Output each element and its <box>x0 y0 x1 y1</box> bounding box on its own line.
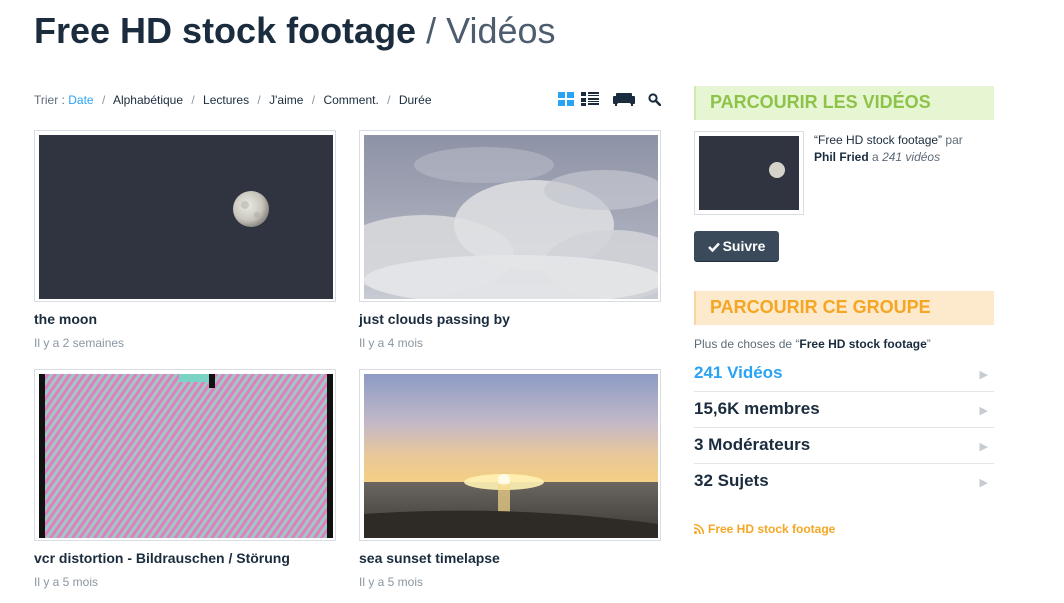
group-link[interactable]: “Free HD stock footage” <box>814 133 942 147</box>
group-thumbnail[interactable] <box>694 131 804 215</box>
video-count[interactable]: 241 vidéos <box>882 150 940 164</box>
video-thumbnail-moon[interactable] <box>34 130 336 302</box>
video-date: Il y a 4 mois <box>359 336 424 350</box>
sort-label: Trier : <box>34 93 65 107</box>
rss-link[interactable]: Free HD stock footage <box>693 522 835 536</box>
video-title[interactable]: just clouds passing by <box>359 311 510 327</box>
stat-videos[interactable]: 241 Vidéos ▶ <box>694 356 994 392</box>
arrow-right-icon: ▶ <box>979 405 988 417</box>
page-title: Free HD stock footage / Vidéos <box>34 10 556 52</box>
arrow-right-icon: ▶ <box>979 369 988 381</box>
arrow-right-icon: ▶ <box>979 477 988 489</box>
sort-duration[interactable]: Durée <box>399 93 432 107</box>
video-title[interactable]: vcr distortion - Bildrauschen / Störung <box>34 550 290 566</box>
video-thumbnail-vcr[interactable] <box>34 369 336 541</box>
video-date: Il y a 2 semaines <box>34 336 125 350</box>
moon-image <box>39 135 333 299</box>
follow-button[interactable]: Suivre <box>694 231 779 261</box>
sort-date[interactable]: Date <box>68 93 93 107</box>
video-date: Il y a 5 mois <box>359 575 424 589</box>
stat-topics[interactable]: 32 Sujets ▶ <box>694 464 994 499</box>
sort-plays[interactable]: Lectures <box>203 93 249 107</box>
search-icon[interactable] <box>648 93 661 106</box>
list-view-icon[interactable] <box>581 92 599 106</box>
section-title: / Vidéos <box>426 10 556 51</box>
stat-label: 15,6K membres <box>694 399 820 418</box>
video-date: Il y a 5 mois <box>34 575 99 589</box>
sort-comments[interactable]: Comment. <box>323 93 378 107</box>
stat-label: 32 Sujets <box>694 471 769 490</box>
vcr-distortion-image <box>39 374 333 538</box>
browse-videos-heading: PARCOURIR LES VIDÉOS <box>694 86 994 120</box>
browse-group-heading: PARCOURIR CE GROUPE <box>694 291 994 325</box>
arrow-right-icon: ▶ <box>979 441 988 453</box>
group-intro-name[interactable]: Free HD stock footage <box>799 337 926 351</box>
stat-label: 241 Vidéos <box>694 363 783 382</box>
check-icon <box>707 242 720 253</box>
sort-likes[interactable]: J'aime <box>269 93 303 107</box>
sort-bar: Trier : Date / Alphabétique / Lectures /… <box>34 93 432 107</box>
video-title[interactable]: sea sunset timelapse <box>359 550 500 566</box>
video-thumbnail-sunset[interactable] <box>359 369 661 541</box>
sort-alphabetical[interactable]: Alphabétique <box>113 93 183 107</box>
stat-label: 3 Modérateurs <box>694 435 811 454</box>
sunset-image <box>364 374 658 538</box>
owner-info: “Free HD stock footage” par Phil Fried a… <box>814 133 963 164</box>
video-thumbnail-clouds[interactable] <box>359 130 661 302</box>
follow-label: Suivre <box>722 238 766 254</box>
grid-view-icon[interactable] <box>558 92 575 106</box>
owner-name[interactable]: Phil Fried <box>814 150 869 164</box>
stat-members[interactable]: 15,6K membres ▶ <box>694 392 994 428</box>
video-title[interactable]: the moon <box>34 311 97 327</box>
stat-moderators[interactable]: 3 Modérateurs ▶ <box>694 428 994 464</box>
rss-icon <box>693 523 705 535</box>
group-intro: Plus de choses de “Free HD stock footage… <box>694 337 931 351</box>
clouds-image <box>364 135 658 299</box>
group-moon-image <box>699 136 799 210</box>
couch-icon[interactable] <box>613 93 635 106</box>
group-name-title[interactable]: Free HD stock footage <box>34 10 416 51</box>
